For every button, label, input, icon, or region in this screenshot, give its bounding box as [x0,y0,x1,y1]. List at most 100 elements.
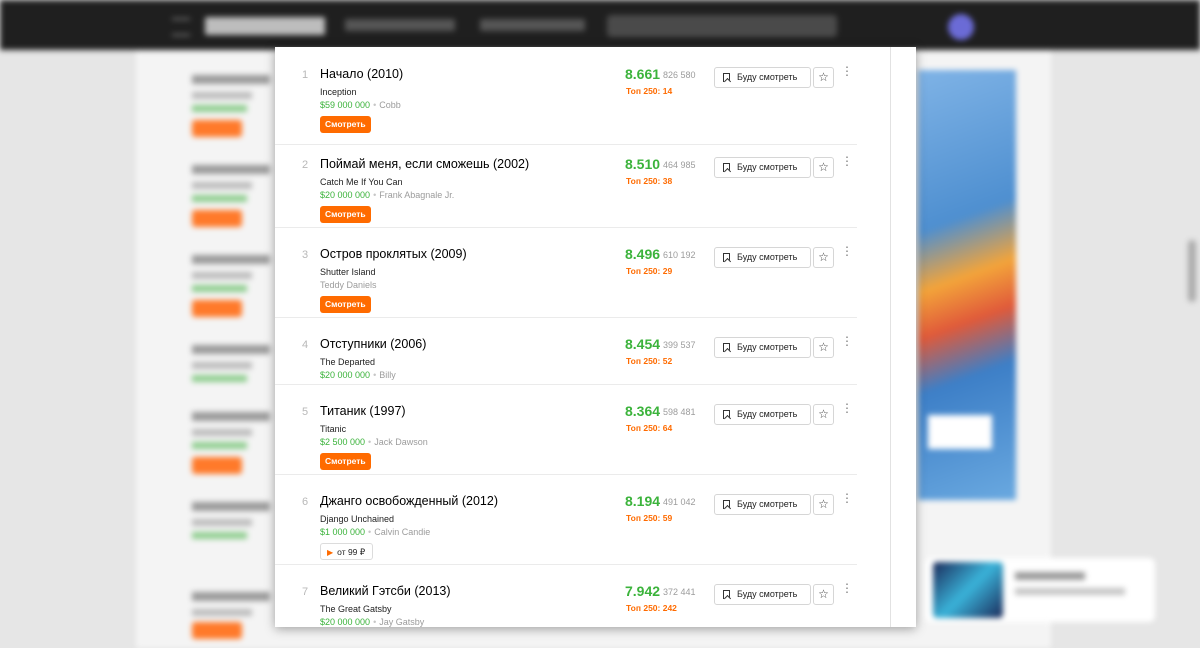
film-role: Jay Gatsby [379,617,425,627]
top250-badge[interactable]: Топ 250: 52 [626,356,672,366]
want-to-watch-label: Буду смотреть [737,409,798,419]
more-icon[interactable]: ⋮ [841,402,853,422]
top250-badge[interactable]: Топ 250: 64 [626,423,672,433]
film-original-title: Catch Me If You Can [320,177,403,187]
ad-banner [918,70,1016,500]
star-icon[interactable]: ☆ [813,404,834,425]
bookmark-icon [723,410,730,419]
film-votes: 372 441 [663,587,696,597]
film-original-title: Titanic [320,424,347,434]
want-to-watch-label: Буду смотреть [737,162,798,172]
film-title[interactable]: Великий Гэтсби (2013) [320,584,451,598]
star-icon[interactable]: ☆ [813,157,834,178]
want-to-watch-button[interactable]: Буду смотреть [714,157,811,178]
film-original-title: Inception [320,87,357,97]
bookmark-icon [723,163,730,172]
film-votes: 464 985 [663,160,696,170]
film-budget: $20 000 000 [320,190,371,200]
star-icon[interactable]: ☆ [813,247,834,268]
separator: • [373,617,377,627]
film-original-title: The Departed [320,357,376,367]
top250-badge[interactable]: Топ 250: 38 [626,176,672,186]
want-to-watch-label: Буду смотреть [737,72,798,82]
header-search [607,15,837,37]
film-role: Jack Dawson [374,437,428,447]
film-votes: 598 481 [663,407,696,417]
more-icon[interactable]: ⋮ [841,335,853,355]
price-label: от 99 ₽ [337,547,366,557]
separator: • [373,100,377,110]
top250-badge[interactable]: Топ 250: 14 [626,86,672,96]
film-rating: 8.496 [625,246,661,262]
star-icon[interactable]: ☆ [813,584,834,605]
more-icon[interactable]: ⋮ [841,582,853,602]
film-row: 3 Остров проклятых (2009) Shutter Island… [275,227,857,318]
film-budget: $59 000 000 [320,100,371,110]
more-icon[interactable]: ⋮ [841,65,853,85]
film-title[interactable]: Джанго освобожденный (2012) [320,494,498,508]
film-budget-role: $20 000 000 • Frank Abagnale Jr. [320,190,454,200]
more-icon[interactable]: ⋮ [841,245,853,265]
background-row [192,75,272,137]
bookmark-icon [723,253,730,262]
want-to-watch-button[interactable]: Буду смотреть [714,584,811,605]
film-rank: 2 [302,159,309,171]
watch-button[interactable]: Смотреть [320,296,371,313]
film-rating: 8.194 [625,493,661,509]
top250-badge[interactable]: Топ 250: 59 [626,513,672,523]
film-original-title: The Great Gatsby [320,604,392,614]
film-budget-role: $2 500 000 • Jack Dawson [320,437,428,447]
background-row [192,502,272,547]
film-title[interactable]: Остров проклятых (2009) [320,247,467,261]
film-role: Billy [379,370,396,380]
star-icon[interactable]: ☆ [813,494,834,515]
film-rating: 8.661 [625,66,661,82]
want-to-watch-label: Буду смотреть [737,342,798,352]
film-rating: 8.510 [625,156,661,172]
top250-badge[interactable]: Топ 250: 29 [626,266,672,276]
want-to-watch-button[interactable]: Буду смотреть [714,67,811,88]
film-title[interactable]: Титаник (1997) [320,404,406,418]
film-title[interactable]: Поймай меня, если сможешь (2002) [320,157,529,171]
film-rank: 7 [302,586,309,598]
film-budget-role: $59 000 000 • Cobb [320,100,401,110]
header-nav-item [480,19,585,31]
play-icon: ▶ [327,548,334,557]
film-row: 1 Начало (2010) Inception $59 000 000 • Co… [275,47,857,145]
film-original-title: Django Unchained [320,514,395,524]
film-rank: 4 [302,339,309,351]
top250-badge[interactable]: Топ 250: 242 [626,603,677,613]
bookmark-icon [723,343,730,352]
want-to-watch-button[interactable]: Буду смотреть [714,247,811,268]
price-button[interactable]: ▶ от 99 ₽ [320,543,374,560]
bookmark-icon [723,500,730,509]
want-to-watch-button[interactable]: Буду смотреть [714,337,811,358]
film-budget: $2 500 000 [320,437,366,447]
film-title[interactable]: Отступники (2006) [320,337,426,351]
watch-button[interactable]: Смотреть [320,453,371,470]
watch-button[interactable]: Смотреть [320,206,371,223]
film-votes: 491 042 [663,497,696,507]
background-row [192,255,272,317]
film-votes: 610 192 [663,250,696,260]
bookmark-icon [723,73,730,82]
film-rank: 3 [302,249,309,261]
film-rating: 7.942 [625,583,661,599]
film-budget-role: $20 000 000 • Billy [320,370,396,380]
star-icon[interactable]: ☆ [813,337,834,358]
film-role: Teddy Daniels [320,280,377,290]
film-budget-role: $1 000 000 • Calvin Candie [320,527,430,537]
more-icon[interactable]: ⋮ [841,492,853,512]
want-to-watch-button[interactable]: Буду смотреть [714,404,811,425]
film-votes: 826 580 [663,70,696,80]
film-row: 5 Титаник (1997) Titanic $2 500 000 • Jack… [275,384,857,475]
want-to-watch-button[interactable]: Буду смотреть [714,494,811,515]
more-icon[interactable]: ⋮ [841,155,853,175]
separator: • [368,527,372,537]
background-row [192,165,272,227]
film-title[interactable]: Начало (2010) [320,67,403,81]
star-icon[interactable]: ☆ [813,67,834,88]
watch-button[interactable]: Смотреть [320,116,371,133]
site-logo [205,17,325,35]
bookmark-icon [723,590,730,599]
